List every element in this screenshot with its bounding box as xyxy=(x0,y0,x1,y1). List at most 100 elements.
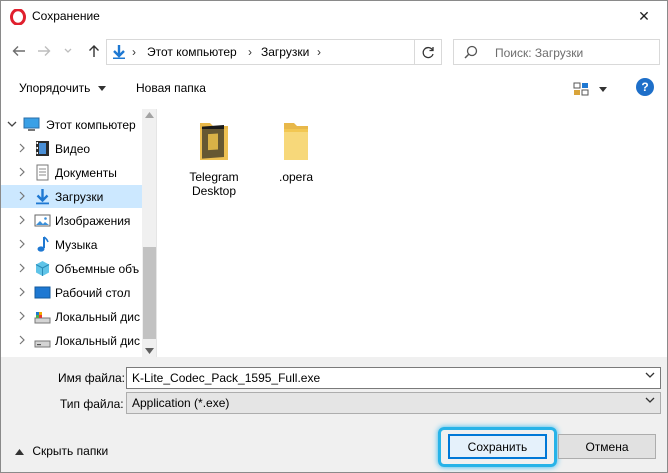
tree-item-local-disk-1[interactable]: Локальный дис xyxy=(1,305,143,328)
filename-label: Имя файла: xyxy=(58,371,125,385)
tree-label: Загрузки xyxy=(55,190,104,204)
scroll-up-icon[interactable] xyxy=(145,112,154,118)
breadcrumb-separator: › xyxy=(248,45,252,59)
organize-label: Упорядочить xyxy=(19,81,91,95)
file-list[interactable]: Telegram Desktop .opera xyxy=(158,109,667,357)
organize-button[interactable]: Упорядочить xyxy=(19,81,106,95)
tree-item-music[interactable]: Музыка xyxy=(1,233,143,256)
chevron-right-icon xyxy=(19,215,25,225)
navigation-pane: Этот компьютер Видео Документы Загрузки … xyxy=(1,109,157,357)
chevron-right-icon xyxy=(19,143,25,153)
filetype-label: Тип файла: xyxy=(60,397,124,411)
up-button[interactable] xyxy=(84,41,104,61)
file-item-opera[interactable]: .opera xyxy=(258,111,334,184)
downloads-folder-icon xyxy=(36,189,49,205)
arrow-right-icon xyxy=(38,46,51,56)
title-bar: Сохранение ✕ xyxy=(1,1,667,32)
pictures-folder-icon xyxy=(34,214,51,227)
back-button[interactable] xyxy=(9,41,29,61)
tree-label: Музыка xyxy=(55,238,98,252)
view-options-icon xyxy=(573,82,589,96)
chevron-right-icon xyxy=(19,287,25,297)
window-title: Сохранение xyxy=(32,9,100,23)
tree-label: Документы xyxy=(55,166,117,180)
arrow-up-icon xyxy=(89,45,99,57)
caret-up-icon xyxy=(15,448,24,455)
breadcrumb-separator: › xyxy=(317,45,321,59)
recent-locations-button[interactable] xyxy=(61,41,75,61)
folder-icon xyxy=(284,123,308,160)
tree-item-this-pc[interactable]: Этот компьютер xyxy=(1,113,143,136)
file-item-telegram-desktop[interactable]: Telegram Desktop xyxy=(176,111,252,198)
opera-icon xyxy=(10,9,26,25)
breadcrumb-separator: › xyxy=(132,45,136,59)
refresh-button[interactable] xyxy=(414,39,442,65)
hide-folders-label: Скрыть папки xyxy=(32,444,109,458)
address-bar[interactable]: › Этот компьютер › Загрузки › xyxy=(106,39,507,65)
desktop-icon xyxy=(34,286,51,299)
chevron-down-icon[interactable] xyxy=(645,372,655,378)
nav-pane-scrollbar[interactable] xyxy=(142,109,156,357)
scrollbar-thumb[interactable] xyxy=(143,247,156,339)
file-label: .opera xyxy=(278,170,314,184)
arrow-left-icon xyxy=(12,46,25,56)
forward-button[interactable] xyxy=(34,41,54,61)
tree-item-videos[interactable]: Видео xyxy=(1,137,143,160)
help-button[interactable]: ? xyxy=(636,78,654,96)
command-bar: Упорядочить Новая папка ? xyxy=(1,73,667,105)
breadcrumb-downloads[interactable]: Загрузки xyxy=(261,45,309,59)
downloads-icon xyxy=(113,45,125,59)
save-options-panel: Имя файла: K-Lite_Codec_Pack_1595_Full.e… xyxy=(1,357,667,472)
close-icon: ✕ xyxy=(638,8,650,24)
new-folder-label: Новая папка xyxy=(136,81,206,95)
drive-icon xyxy=(34,312,51,324)
tree-item-local-disk-2[interactable]: Локальный дис xyxy=(1,329,143,352)
drive-icon xyxy=(34,340,51,348)
navigation-bar: › Этот компьютер › Загрузки › Поиск: Заг… xyxy=(1,35,667,69)
scroll-down-icon[interactable] xyxy=(145,348,154,354)
tree-label: Рабочий стол xyxy=(55,286,131,300)
file-label: Telegram Desktop xyxy=(189,170,239,198)
hide-folders-toggle[interactable]: Скрыть папки xyxy=(15,444,108,458)
search-icon xyxy=(464,45,478,59)
tree-item-pictures[interactable]: Изображения xyxy=(1,209,143,232)
music-folder-icon xyxy=(37,236,49,252)
chevron-right-icon xyxy=(19,263,25,273)
breadcrumb-this-pc[interactable]: Этот компьютер xyxy=(147,45,237,59)
filetype-value: Application (*.exe) xyxy=(132,396,230,410)
3d-objects-icon xyxy=(35,261,50,276)
telegram-folder-icon xyxy=(200,123,228,160)
tree-label: Изображения xyxy=(55,214,131,228)
tree-label: Видео xyxy=(55,142,91,156)
filename-input[interactable]: K-Lite_Codec_Pack_1595_Full.exe xyxy=(126,367,661,389)
chevron-down-icon xyxy=(645,397,655,403)
change-view-button[interactable] xyxy=(573,79,611,99)
chevron-right-icon xyxy=(19,311,25,321)
tree-label: Локальный дис xyxy=(55,334,140,348)
tree-label: Локальный дис xyxy=(55,310,140,324)
new-folder-button[interactable]: Новая папка xyxy=(136,81,206,95)
tree-item-desktop[interactable]: Рабочий стол xyxy=(1,281,143,304)
caret-down-icon xyxy=(97,86,106,92)
chevron-right-icon xyxy=(19,239,25,249)
chevron-down-icon xyxy=(64,48,72,53)
tree-label: Объемные объ xyxy=(55,262,140,276)
close-button[interactable]: ✕ xyxy=(621,1,667,32)
cancel-button[interactable]: Отмена xyxy=(558,434,656,459)
chevron-down-icon xyxy=(7,121,17,127)
computer-icon xyxy=(23,117,40,131)
tree-item-documents[interactable]: Документы xyxy=(1,161,143,184)
chevron-right-icon xyxy=(19,191,25,201)
caret-down-icon xyxy=(599,87,607,92)
video-folder-icon xyxy=(36,141,49,156)
refresh-icon xyxy=(422,46,434,58)
tree-label: Этот компьютер xyxy=(46,118,136,132)
tree-item-downloads[interactable]: Загрузки xyxy=(1,185,143,208)
filetype-select[interactable]: Application (*.exe) xyxy=(126,392,661,414)
tree-item-3d-objects[interactable]: Объемные объ xyxy=(1,257,143,280)
documents-folder-icon xyxy=(36,164,49,181)
save-dialog: Сохранение ✕ › Этот компьютер › Загрузки xyxy=(0,0,668,473)
help-icon: ? xyxy=(641,80,649,94)
search-box[interactable]: Поиск: Загрузки xyxy=(453,39,660,65)
save-button[interactable]: Сохранить xyxy=(448,434,547,459)
